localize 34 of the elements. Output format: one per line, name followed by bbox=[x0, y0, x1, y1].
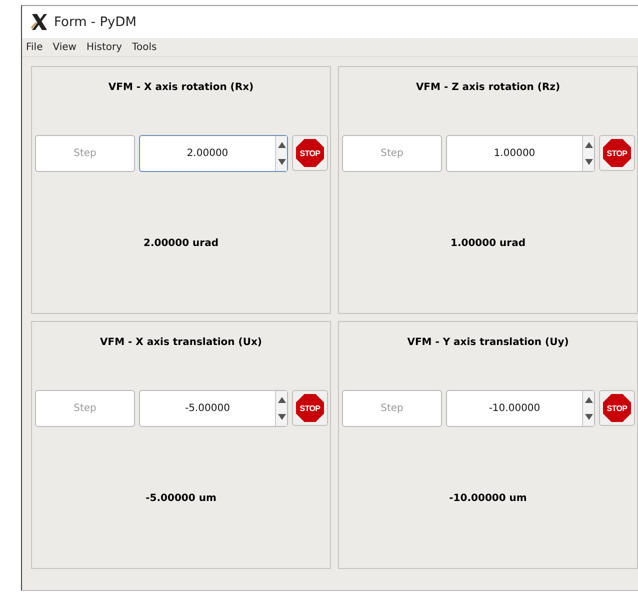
panel-title: VFM - Z axis rotation (Rz) bbox=[416, 82, 560, 95]
value-spinbox[interactable]: 1.00000 bbox=[446, 135, 595, 172]
value-spinbox[interactable]: -10.00000 bbox=[446, 390, 595, 427]
spin-down-icon[interactable] bbox=[278, 414, 286, 420]
panel-title: VFM - Y axis translation (Uy) bbox=[407, 337, 569, 350]
spin-down-icon[interactable] bbox=[584, 414, 592, 420]
menu-item[interactable]: View bbox=[52, 42, 76, 52]
menu-item[interactable]: History bbox=[86, 42, 122, 52]
x-logo-icon bbox=[30, 13, 48, 31]
menu-item[interactable]: Tools bbox=[132, 42, 157, 52]
panel-title: VFM - X axis rotation (Rx) bbox=[108, 82, 254, 95]
spin-up-icon[interactable] bbox=[584, 142, 592, 148]
step-field[interactable]: Step bbox=[35, 135, 135, 172]
stop-button[interactable]: STOP bbox=[599, 135, 635, 171]
spin-up-icon[interactable] bbox=[278, 396, 286, 403]
readback-value: 1.00000 urad bbox=[450, 238, 526, 249]
menu-item[interactable]: File bbox=[26, 42, 43, 52]
window-title: Form - PyDM bbox=[54, 14, 136, 30]
stop-button[interactable]: STOP bbox=[599, 390, 635, 426]
step-field[interactable]: Step bbox=[342, 390, 442, 427]
step-field[interactable]: Step bbox=[342, 135, 442, 172]
stop-button[interactable]: STOP bbox=[292, 390, 328, 426]
spin-down-icon[interactable] bbox=[584, 159, 592, 166]
readback-value: -10.00000 um bbox=[449, 493, 527, 504]
stop-button[interactable]: STOP bbox=[292, 135, 328, 171]
spin-up-icon[interactable] bbox=[584, 396, 592, 403]
readback-value: 2.00000 urad bbox=[144, 238, 218, 249]
value-spinbox[interactable]: -5.00000 bbox=[139, 390, 288, 427]
value-spinbox[interactable]: 2.00000 bbox=[139, 135, 288, 172]
readback-value: -5.00000 um bbox=[146, 493, 216, 504]
spin-up-icon[interactable] bbox=[278, 142, 286, 148]
panel-title: VFM - X axis translation (Ux) bbox=[100, 337, 262, 350]
step-field[interactable]: Step bbox=[35, 390, 135, 427]
spin-down-icon[interactable] bbox=[278, 159, 286, 166]
